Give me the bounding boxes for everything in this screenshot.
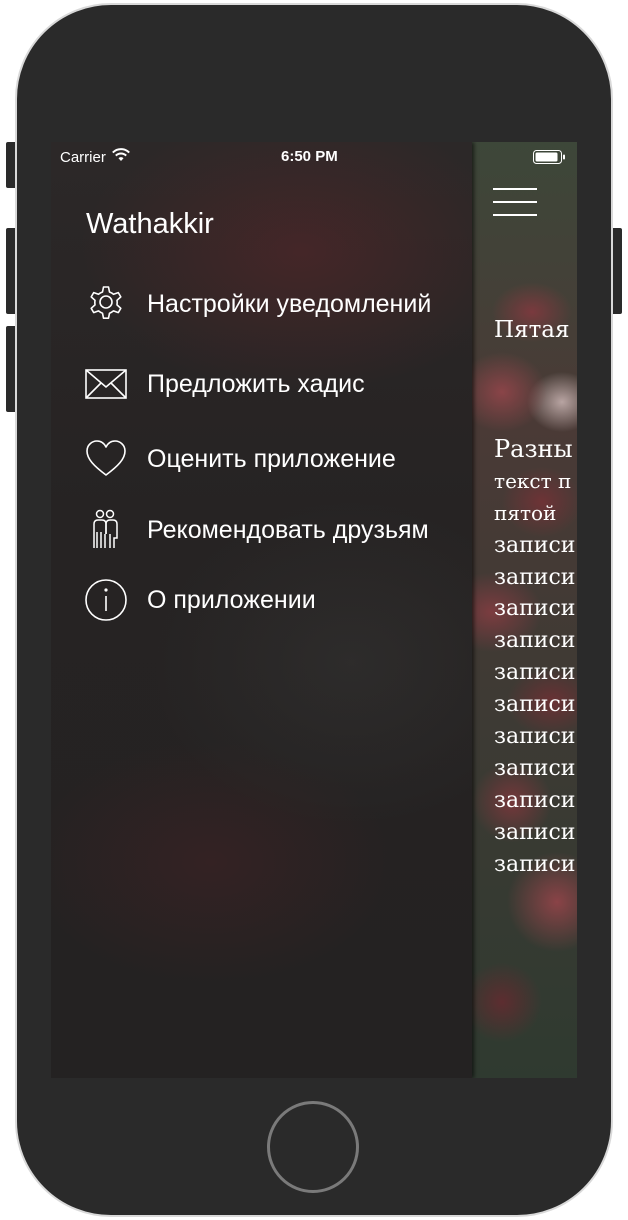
battery-icon [533, 150, 565, 164]
wifi-icon [111, 148, 131, 166]
app-title: Wathakkir [86, 208, 214, 240]
menu-item-notification-settings[interactable]: Настройки уведомлений [84, 282, 431, 326]
text-line: пятой [494, 500, 557, 525]
info-icon [84, 578, 128, 622]
text-line: записи [494, 851, 576, 877]
text-line: записи [494, 628, 576, 654]
menu-item-rate-app[interactable]: Оценить приложение [84, 437, 396, 481]
status-bar: Carrier 6:50 PM [51, 142, 577, 172]
menu-item-label: О приложении [147, 585, 316, 614]
text-line: записи [494, 564, 576, 590]
gear-icon [84, 282, 128, 326]
text-line: текст п [494, 468, 572, 493]
text-line: записи [494, 596, 576, 622]
menu-item-label: Оценить приложение [147, 444, 396, 473]
text-line: записи [494, 755, 576, 781]
menu-item-label: Предложить хадис [147, 369, 365, 398]
menu-item-suggest-hadith[interactable]: Предложить хадис [84, 362, 365, 406]
record-text: Разны текст п пятой записи записи записи… [494, 434, 575, 880]
status-time: 6:50 PM [281, 148, 338, 165]
menu-item-recommend-friends[interactable]: Рекомендовать друзьям [84, 508, 429, 552]
text-line: Разны [494, 435, 573, 463]
side-drawer: Wathakkir Настройки уведомлений Предложи… [51, 142, 472, 1078]
text-line: записи [494, 660, 576, 686]
screen: Пятая Разны текст п пятой записи записи … [51, 142, 577, 1078]
text-line: записи [494, 787, 576, 813]
envelope-icon [84, 362, 128, 406]
home-button[interactable] [267, 1101, 359, 1193]
carrier-indicator: Carrier [60, 148, 131, 166]
text-line: записи [494, 532, 576, 558]
menu-item-about[interactable]: О приложении [84, 578, 316, 622]
text-line: записи [494, 724, 576, 750]
menu-item-label: Рекомендовать друзьям [147, 515, 429, 544]
menu-item-label: Настройки уведомлений [147, 289, 432, 318]
main-view: Пятая Разны текст п пятой записи записи … [472, 142, 577, 1078]
record-title: Пятая [494, 317, 570, 343]
hamburger-menu-icon[interactable] [493, 186, 537, 218]
text-line: записи [494, 692, 576, 718]
text-line: записи [494, 819, 576, 845]
heart-icon [84, 437, 128, 481]
people-icon [84, 508, 128, 552]
carrier-label: Carrier [60, 148, 106, 166]
